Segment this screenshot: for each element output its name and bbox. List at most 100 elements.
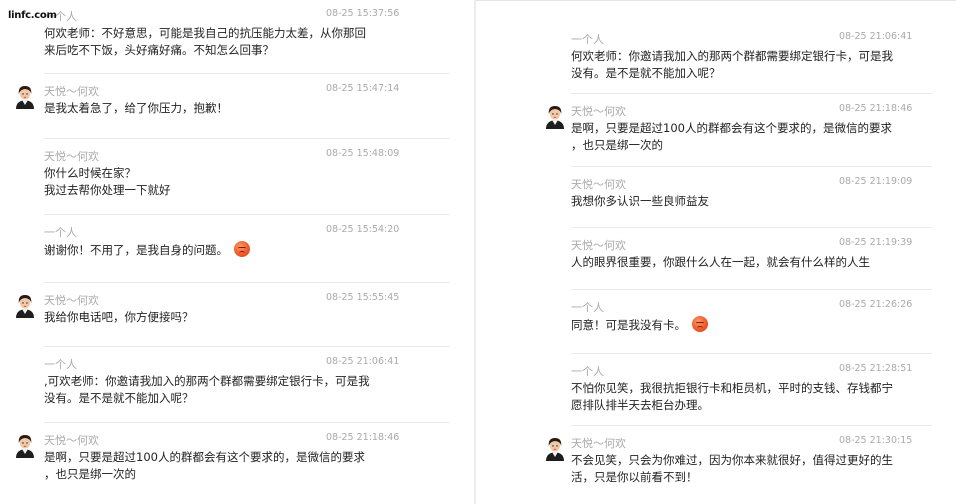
avatar-image	[12, 83, 38, 109]
watermark-logo: linfc.com	[8, 10, 57, 21]
message-line: 何欢老师：你邀请我加入的那两个群都需要绑定银行卡，可是我	[571, 49, 893, 63]
message-line: ,可欢老师：你邀请我加入的那两个群都需要绑定银行卡，可是我	[44, 374, 370, 388]
message-line: 何欢老师：不好意思，可能是我自己的抗压能力太差，从你那回	[44, 26, 366, 40]
message-timestamp: 08-25 15:55:45	[326, 292, 400, 303]
message-line: 你什么时候在家？	[44, 166, 136, 180]
chat-message: 天悦～何欢 08-25 21:30:15 不会见笑，只会为你难过，因为你本来就很好，…	[542, 435, 946, 499]
message-separator	[44, 346, 450, 347]
message-separator	[571, 353, 932, 354]
chat-log-left: 一个人 08-25 15:37:56 何欢老师：不好意思，可能是我自己的抗压能力太差…	[0, 0, 474, 504]
message-separator	[571, 166, 932, 167]
message-line: 没有。是不是就不能加入呢？	[571, 66, 721, 80]
avatar-image	[12, 292, 38, 318]
chat-message: 天悦～何欢 08-25 21:18:46 是啊，只要是超过100人的群都会有这个要求…	[12, 432, 464, 496]
chat-message: 天悦～何欢 08-25 21:19:39 人的眼界很重要，你跟什么人在一起，就会有什…	[542, 237, 946, 301]
message-line: 愿排队排半天去柜台办理。	[571, 398, 709, 412]
message-separator	[44, 282, 450, 283]
message-text: 同意！可是我没有卡。	[571, 316, 938, 334]
message-timestamp: 08-25 21:28:51	[839, 363, 913, 374]
message-line: 没有。是不是就不能加入呢？	[44, 391, 194, 405]
message-separator	[571, 93, 932, 94]
message-timestamp: 08-25 15:54:20	[326, 224, 400, 235]
message-separator	[571, 227, 932, 228]
message-text: 谢谢你！不用了，是我自身的问题。	[44, 241, 456, 259]
message-timestamp: 08-25 21:26:26	[839, 299, 913, 310]
message-line: 不怕你见笑，我很抗拒银行卡和柜员机，平时的支钱、存钱都宁	[571, 381, 893, 395]
sad-face-emoji-icon	[692, 316, 708, 332]
message-line: 我给你电话吧，你方便接吗？	[44, 310, 194, 324]
chat-log-right: 一个人 08-25 21:06:41 何欢老师：你邀请我加入的那两个群都需要绑定银行…	[476, 0, 956, 504]
message-text: 人的眼界很重要，你跟什么人在一起，就会有什么样的人生	[571, 254, 938, 271]
message-separator	[44, 214, 450, 215]
message-timestamp: 08-25 21:19:39	[839, 237, 913, 248]
message-line: 是啊，只要是超过100人的群都会有这个要求的，是微信的要求	[44, 450, 365, 464]
sender-name: 天悦～何欢	[44, 294, 99, 307]
message-line: 同意！可是我没有卡。	[571, 318, 686, 332]
avatar[interactable]	[12, 83, 38, 109]
message-text: 我给你电话吧，你方便接吗？	[44, 309, 456, 326]
message-text: 是啊，只要是超过100人的群都会有这个要求的，是微信的要求 ，也只是绑一次的	[571, 120, 938, 154]
message-timestamp: 08-25 21:06:41	[839, 31, 913, 42]
sender-name: 天悦～何欢	[571, 178, 626, 191]
message-timestamp: 08-25 15:37:56	[326, 8, 400, 19]
message-line: 谢谢你！不用了，是我自身的问题。	[44, 243, 228, 257]
message-timestamp: 08-25 21:18:46	[839, 103, 913, 114]
chat-message: 一个人 08-25 21:28:51 不怕你见笑，我很抗拒银行卡和柜员机，平时的支钱…	[542, 363, 946, 427]
chat-message: 一个人 08-25 15:37:56 何欢老师：不好意思，可能是我自己的抗压能力太差…	[12, 8, 464, 72]
sender-name: 天悦～何欢	[44, 150, 99, 163]
message-text: 我想你多认识一些良师益友	[571, 193, 938, 210]
message-text: ,可欢老师：你邀请我加入的那两个群都需要绑定银行卡，可是我 没有。是不是就不能加入…	[44, 373, 456, 407]
sad-face-emoji-icon	[234, 241, 250, 257]
message-line: 不会见笑，只会为你难过，因为你本来就很好，值得过更好的生	[571, 453, 893, 467]
sender-name: 一个人	[571, 33, 604, 46]
message-line: 我过去帮你处理一下就好	[44, 183, 171, 197]
avatar[interactable]	[542, 103, 568, 129]
message-separator	[571, 289, 932, 290]
message-line: 是啊，只要是超过100人的群都会有这个要求的，是微信的要求	[571, 121, 892, 135]
message-line: 是我太着急了，给了你压力，抱歉！	[44, 101, 228, 115]
chat-message: 一个人 08-25 21:06:41 何欢老师：你邀请我加入的那两个群都需要绑定银行…	[542, 31, 946, 95]
message-timestamp: 08-25 15:47:14	[326, 83, 400, 94]
avatar-image	[542, 103, 568, 129]
message-line: 人的眼界很重要，你跟什么人在一起，就会有什么样的人生	[571, 255, 870, 269]
chat-message: 一个人 08-25 21:06:41 ,可欢老师：你邀请我加入的那两个群都需要绑定银…	[12, 356, 464, 420]
sender-name: 一个人	[44, 226, 77, 239]
message-timestamp: 08-25 15:48:09	[326, 148, 400, 159]
message-separator	[44, 422, 450, 423]
avatar[interactable]	[542, 435, 568, 461]
message-text: 你什么时候在家？ 我过去帮你处理一下就好	[44, 165, 456, 199]
message-text: 何欢老师：你邀请我加入的那两个群都需要绑定银行卡，可是我 没有。是不是就不能加入呢…	[571, 48, 938, 82]
message-timestamp: 08-25 21:06:41	[326, 356, 400, 367]
chat-message: 天悦～何欢 08-25 21:18:46 是啊，只要是超过100人的群都会有这个要求…	[542, 103, 946, 167]
message-separator	[44, 138, 450, 139]
message-text: 是啊，只要是超过100人的群都会有这个要求的，是微信的要求 ，也只是绑一次的	[44, 449, 456, 483]
chat-message: 一个人 08-25 15:54:20 谢谢你！不用了，是我自身的问题。	[12, 224, 464, 288]
message-line: 我想你多认识一些良师益友	[571, 194, 709, 208]
sender-name: 天悦～何欢	[571, 239, 626, 252]
message-line: 活，只是你以前看不到！	[571, 470, 698, 484]
sender-name: 天悦～何欢	[44, 434, 99, 447]
sender-name: 天悦～何欢	[44, 85, 99, 98]
message-timestamp: 08-25 21:18:46	[326, 432, 400, 443]
message-separator	[571, 425, 932, 426]
avatar-image	[12, 432, 38, 458]
message-separator	[44, 73, 450, 74]
message-timestamp: 08-25 21:30:15	[839, 435, 913, 446]
avatar[interactable]	[12, 292, 38, 318]
message-line: 来后吃不下饭，头好痛好痛。不知怎么回事？	[44, 43, 274, 57]
sender-name: 一个人	[571, 301, 604, 314]
message-timestamp: 08-25 21:19:09	[839, 176, 913, 187]
avatar[interactable]	[12, 432, 38, 458]
message-text: 不怕你见笑，我很抗拒银行卡和柜员机，平时的支钱、存钱都宁 愿排队排半天去柜台办理。	[571, 380, 938, 414]
sender-name: 天悦～何欢	[571, 437, 626, 450]
avatar-image	[542, 435, 568, 461]
sender-name: 一个人	[571, 365, 604, 378]
message-line: ，也只是绑一次的	[44, 467, 136, 481]
chat-message: 天悦～何欢 08-25 15:48:09 你什么时候在家？ 我过去帮你处理一下就好	[12, 148, 464, 212]
message-text: 何欢老师：不好意思，可能是我自己的抗压能力太差，从你那回 来后吃不下饭，头好痛好痛…	[44, 25, 456, 59]
message-text: 是我太着急了，给了你压力，抱歉！	[44, 100, 456, 117]
sender-name: 一个人	[44, 358, 77, 371]
message-text: 不会见笑，只会为你难过，因为你本来就很好，值得过更好的生 活，只是你以前看不到！	[571, 452, 938, 486]
message-line: ，也只是绑一次的	[571, 138, 663, 152]
chat-message: 天悦～何欢 08-25 21:19:09 我想你多认识一些良师益友	[542, 176, 946, 240]
